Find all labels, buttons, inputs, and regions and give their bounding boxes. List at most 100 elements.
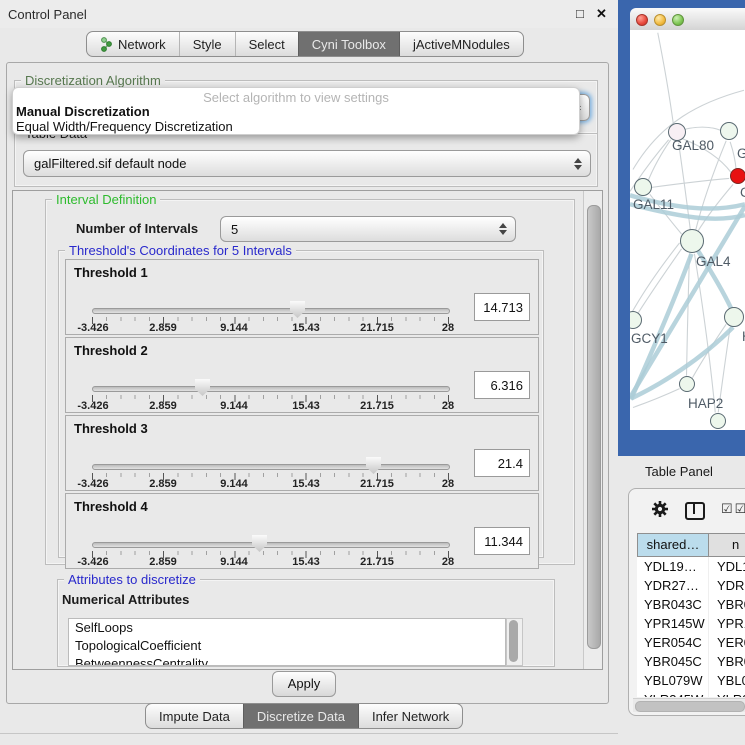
table-cell-name[interactable]: YBR0 <box>708 652 745 671</box>
threshold-3-slider-track[interactable] <box>92 464 450 470</box>
tick-label: -3.426 <box>77 400 108 412</box>
close-traffic-light-icon[interactable] <box>636 14 648 26</box>
table-panel-toolbar: ☑☑ <box>629 489 745 531</box>
combo-arrows-icon <box>499 223 507 235</box>
tick-label: -3.426 <box>77 478 108 490</box>
table-cell-name[interactable]: YLR3 <box>708 690 745 697</box>
network-node[interactable] <box>679 376 695 392</box>
threshold-4-slider-thumb[interactable] <box>252 535 267 552</box>
table-cell-shared-name[interactable]: YPR145W <box>637 614 708 633</box>
table-cell-shared-name[interactable]: YER054C <box>637 633 708 652</box>
list-item[interactable]: SelfLoops <box>69 619 505 637</box>
table-horizontal-scrollbar[interactable] <box>633 698 745 712</box>
threshold-3-slider-thumb[interactable] <box>366 457 381 474</box>
interval-definition-group: Interval Definition Number of Intervals … <box>45 199 575 565</box>
network-canvas[interactable]: GAL80 GA C GAL11 <box>630 30 745 430</box>
tick-label: 2.859 <box>149 556 177 568</box>
attributes-list-scrollbar[interactable] <box>506 618 523 666</box>
threshold-1-slider-thumb[interactable] <box>290 301 305 318</box>
threshold-3-value-field[interactable]: 21.4 <box>474 449 530 477</box>
threshold-2-slider-thumb[interactable] <box>195 379 210 396</box>
tab-infer-network[interactable]: Infer Network <box>358 704 462 728</box>
table-cell-name[interactable]: YDR2 <box>708 576 745 595</box>
table-cell-shared-name[interactable]: YBL079W <box>637 671 708 690</box>
attributes-to-discretize-group: Attributes to discretize Numerical Attri… <box>57 579 555 667</box>
threshold-1-row: Threshold 1 -3.4262.8599.14415.4321.7152… <box>65 259 539 335</box>
table-row[interactable]: YBL079W YBL0 <box>637 671 745 690</box>
tab-cyni-toolbox[interactable]: Cyni Toolbox <box>298 32 399 56</box>
table-data-combobox[interactable]: galFiltered.sif default node <box>23 150 591 177</box>
table-cell-shared-name[interactable]: YDL19… <box>637 557 708 576</box>
table-cell-shared-name[interactable]: YDR27… <box>637 576 708 595</box>
tick-label: -3.426 <box>77 322 108 334</box>
table-row[interactable]: YDR27… YDR2 <box>637 576 745 595</box>
settings-scrollbar[interactable] <box>583 191 602 669</box>
tab-jactivemnodules[interactable]: jActiveMNodules <box>399 32 523 56</box>
scrollbar-thumb[interactable] <box>635 701 745 712</box>
tab-select[interactable]: Select <box>235 32 298 56</box>
number-of-intervals-combobox[interactable]: 5 <box>220 216 516 242</box>
slider-tick-labels: -3.4262.8599.14415.4321.71528 <box>66 556 538 568</box>
column-header-shared-name[interactable]: shared… <box>637 533 709 557</box>
tab-network[interactable]: Network <box>87 32 179 56</box>
list-item[interactable]: BetweennessCentrality <box>69 655 505 666</box>
tick-label: 9.144 <box>220 478 248 490</box>
network-node[interactable] <box>680 229 704 253</box>
column-header-name[interactable]: n <box>708 533 745 557</box>
app-root: Control Panel □ ✕ Network Style Select C… <box>0 0 745 745</box>
list-item[interactable]: TopologicalCoefficient <box>69 637 505 655</box>
table-panel-region: Table Panel ☑☑ shared… n <box>618 456 745 745</box>
table-cell-shared-name[interactable]: YBR045C <box>637 652 708 671</box>
float-window-icon[interactable]: □ <box>576 6 584 21</box>
tick-label: 15.43 <box>292 556 320 568</box>
tab-impute-data[interactable]: Impute Data <box>146 704 243 728</box>
table-row[interactable]: YBR045C YBR0 <box>637 652 745 671</box>
interval-definition-group-title: Interval Definition <box>52 192 160 207</box>
popup-option-equal-width-frequency[interactable]: Equal Width/Frequency Discretization <box>16 119 233 134</box>
threshold-coordinates-group-title: Threshold's Coordinates for 5 Intervals <box>65 243 296 258</box>
popup-option-manual-discretization[interactable]: Manual Discretization <box>16 104 150 119</box>
network-node[interactable] <box>730 168 745 184</box>
network-node[interactable] <box>710 413 726 429</box>
threshold-2-value-field[interactable]: 6.316 <box>474 371 530 399</box>
table-row[interactable]: YDL19… YDL1 <box>637 557 745 576</box>
threshold-2-slider-track[interactable] <box>92 386 450 392</box>
threshold-4-slider-track[interactable] <box>92 542 450 548</box>
network-window-titlebar[interactable] <box>630 8 745 31</box>
table-row[interactable]: YPR145W YPR1 <box>637 614 745 633</box>
table-cell-name[interactable]: YER0 <box>708 633 745 652</box>
gear-icon[interactable] <box>651 500 669 518</box>
tick-label: 21.715 <box>360 556 394 568</box>
scrollbar-thumb[interactable] <box>587 205 601 649</box>
table-cell-name[interactable]: YBR0 <box>708 595 745 614</box>
split-columns-icon[interactable] <box>685 502 705 520</box>
table-cell-name[interactable]: YDL1 <box>708 557 745 576</box>
numerical-attributes-heading: Numerical Attributes <box>62 592 189 607</box>
threshold-1-value-field[interactable]: 14.713 <box>474 293 530 321</box>
table-cell-shared-name[interactable]: YBR043C <box>637 595 708 614</box>
threshold-4-value-field[interactable]: 11.344 <box>474 527 530 555</box>
table-row[interactable]: YBR043C YBR0 <box>637 595 745 614</box>
minimize-traffic-light-icon[interactable] <box>654 14 666 26</box>
zoom-traffic-light-icon[interactable] <box>672 14 684 26</box>
table-cell-shared-name[interactable]: YLR345W <box>637 690 708 697</box>
threshold-1-slider-track[interactable] <box>92 308 450 314</box>
table-cell-name[interactable]: YBL0 <box>708 671 745 690</box>
checkbox-icons[interactable]: ☑☑ <box>721 501 745 517</box>
tab-style[interactable]: Style <box>179 32 235 56</box>
threshold-1-label: Threshold 1 <box>74 265 148 280</box>
table-row[interactable]: YER054C YER0 <box>637 633 745 652</box>
table-row[interactable]: YLR345W YLR3 <box>637 690 745 697</box>
tab-style-label: Style <box>193 37 222 52</box>
network-node[interactable] <box>724 307 744 327</box>
threshold-4-label: Threshold 4 <box>74 499 148 514</box>
tab-discretize-data[interactable]: Discretize Data <box>243 704 358 728</box>
slider-tick-labels: -3.4262.8599.14415.4321.71528 <box>66 400 538 412</box>
tick-label: 28 <box>442 322 454 334</box>
network-node[interactable] <box>634 178 652 196</box>
scrollbar-thumb[interactable] <box>509 620 518 662</box>
table-cell-name[interactable]: YPR1 <box>708 614 745 633</box>
close-icon[interactable]: ✕ <box>596 6 607 22</box>
network-node[interactable] <box>720 122 738 140</box>
apply-button[interactable]: Apply <box>272 671 336 697</box>
